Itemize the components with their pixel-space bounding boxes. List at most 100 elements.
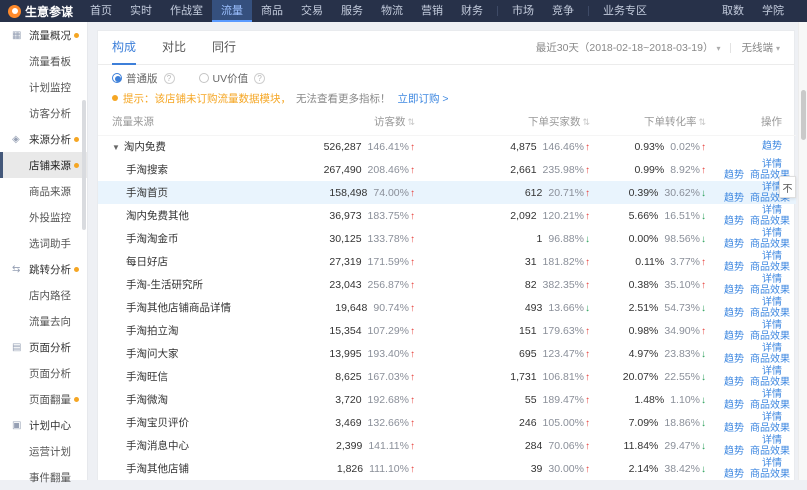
sidebar-section-4[interactable]: ▣计划中心 xyxy=(0,412,87,438)
nav-item-9[interactable]: 财务 xyxy=(452,0,492,22)
product-effect-link[interactable]: 商品效果 xyxy=(750,469,790,480)
detail-link[interactable]: 详情 xyxy=(762,251,782,262)
sidebar-item-3-1[interactable]: 页面翻量 xyxy=(0,386,87,412)
nav-item-2[interactable]: 作战室 xyxy=(161,0,212,22)
detail-link[interactable]: 详情 xyxy=(762,412,782,423)
detail-link[interactable]: 详情 xyxy=(762,274,782,285)
nav-item-12[interactable]: 业务专区 xyxy=(594,0,656,22)
source-name: 手淘拍立淘 xyxy=(126,325,179,337)
sidebar-section-3[interactable]: ▤页面分析 xyxy=(0,334,87,360)
detail-link[interactable]: 详情 xyxy=(762,458,782,469)
column-header-1[interactable]: 访客数⇅ xyxy=(283,109,433,135)
nav-item-8[interactable]: 营销 xyxy=(412,0,452,22)
sidebar-scrollbar-thumb[interactable] xyxy=(82,100,86,230)
sidebar-item-0-2[interactable]: 访客分析 xyxy=(0,100,87,126)
app-logo[interactable]: 生意参谋 xyxy=(0,3,81,20)
subscribe-link[interactable]: 立即订购 > xyxy=(398,91,449,106)
sidebar-item-0-1[interactable]: 计划监控 xyxy=(0,74,87,100)
product-effect-link[interactable]: 商品效果 xyxy=(750,216,790,227)
sidebar-item-1-0[interactable]: 店铺来源 xyxy=(0,152,87,178)
help-icon[interactable]: ? xyxy=(254,73,265,84)
trend-link[interactable]: 趋势 xyxy=(724,216,744,227)
radio-option-0[interactable]: 普通版? xyxy=(112,71,175,86)
trend-link[interactable]: 趋势 xyxy=(762,141,782,152)
sidebar-item-1-1[interactable]: 商品来源 xyxy=(0,178,87,204)
product-effect-link[interactable]: 商品效果 xyxy=(750,446,790,457)
sidebar-item-2-1[interactable]: 流量去向 xyxy=(0,308,87,334)
sidebar-section-2[interactable]: ⇆跳转分析 xyxy=(0,256,87,282)
trend-link[interactable]: 趋势 xyxy=(724,446,744,457)
up-arrow-icon: ↑ xyxy=(701,257,706,268)
metric-change: 141.11% xyxy=(368,440,409,452)
column-header-3[interactable]: 下单转化率⇅ xyxy=(608,109,718,135)
nav-right-item-0[interactable]: 取数 xyxy=(713,0,753,22)
trend-link[interactable]: 趋势 xyxy=(724,377,744,388)
visitors-cell: 158,49874.00%↑ xyxy=(283,181,433,204)
trend-link[interactable]: 趋势 xyxy=(724,262,744,273)
trend-link[interactable]: 趋势 xyxy=(724,354,744,365)
sort-icon[interactable]: ⇅ xyxy=(407,117,415,127)
detail-link[interactable]: 详情 xyxy=(762,297,782,308)
product-effect-link[interactable]: 商品效果 xyxy=(750,400,790,411)
product-effect-link[interactable]: 商品效果 xyxy=(750,377,790,388)
trend-link[interactable]: 趋势 xyxy=(724,193,744,204)
product-effect-link[interactable]: 商品效果 xyxy=(750,354,790,365)
date-range-select[interactable]: 最近30天（2018-02-18~2018-03-19）▾ xyxy=(536,40,721,55)
expand-caret-icon[interactable]: ▼ xyxy=(112,143,120,152)
trend-link[interactable]: 趋势 xyxy=(724,239,744,250)
sidebar-item-4-1[interactable]: 事件翻量 xyxy=(0,464,87,490)
trend-link[interactable]: 趋势 xyxy=(724,170,744,181)
tab-2[interactable]: 同行 xyxy=(212,31,236,65)
nav-item-3[interactable]: 流量 xyxy=(212,0,252,22)
nav-item-11[interactable]: 竞争 xyxy=(543,0,583,22)
detail-link[interactable]: 详情 xyxy=(762,366,782,377)
detail-link[interactable]: 详情 xyxy=(762,320,782,331)
detail-link[interactable]: 详情 xyxy=(762,389,782,400)
product-effect-link[interactable]: 商品效果 xyxy=(750,239,790,250)
terminal-label: 无线端 xyxy=(741,42,773,54)
terminal-select[interactable]: 无线端▾ xyxy=(741,40,780,55)
sidebar-section-0[interactable]: ▦流量概况 xyxy=(0,22,87,48)
column-header-2[interactable]: 下单买家数⇅ xyxy=(433,109,608,135)
product-effect-link[interactable]: 商品效果 xyxy=(750,262,790,273)
trend-link[interactable]: 趋势 xyxy=(724,331,744,342)
metric-value: 30,125 xyxy=(329,233,361,245)
sidebar-item-1-2[interactable]: 外投监控 xyxy=(0,204,87,230)
nav-item-4[interactable]: 商品 xyxy=(252,0,292,22)
sidebar-section-1[interactable]: ◈来源分析 xyxy=(0,126,87,152)
trend-link[interactable]: 趋势 xyxy=(724,308,744,319)
detail-link[interactable]: 详情 xyxy=(762,343,782,354)
detail-link[interactable]: 详情 xyxy=(762,435,782,446)
sidebar-item-1-3[interactable]: 选词助手 xyxy=(0,230,87,256)
detail-link[interactable]: 详情 xyxy=(762,159,782,170)
nav-item-0[interactable]: 首页 xyxy=(81,0,121,22)
product-effect-link[interactable]: 商品效果 xyxy=(750,331,790,342)
sidebar-item-0-0[interactable]: 流量看板 xyxy=(0,48,87,74)
help-icon[interactable]: ? xyxy=(164,73,175,84)
product-effect-link[interactable]: 商品效果 xyxy=(750,308,790,319)
sidebar-item-2-0[interactable]: 店内路径 xyxy=(0,282,87,308)
nav-item-7[interactable]: 物流 xyxy=(372,0,412,22)
nav-item-1[interactable]: 实时 xyxy=(121,0,161,22)
detail-link[interactable]: 详情 xyxy=(762,228,782,239)
product-effect-link[interactable]: 商品效果 xyxy=(750,285,790,296)
product-effect-link[interactable]: 商品效果 xyxy=(750,423,790,434)
nav-item-6[interactable]: 服务 xyxy=(332,0,372,22)
detail-link[interactable]: 详情 xyxy=(762,205,782,216)
sidebar-item-3-0[interactable]: 页面分析 xyxy=(0,360,87,386)
trend-link[interactable]: 趋势 xyxy=(724,469,744,480)
trend-link[interactable]: 趋势 xyxy=(724,285,744,296)
trend-link[interactable]: 趋势 xyxy=(724,400,744,411)
nav-item-10[interactable]: 市场 xyxy=(503,0,543,22)
sort-icon[interactable]: ⇅ xyxy=(582,117,590,127)
tab-0[interactable]: 构成 xyxy=(112,31,136,65)
tab-1[interactable]: 对比 xyxy=(162,31,186,65)
nav-item-5[interactable]: 交易 xyxy=(292,0,332,22)
sort-icon[interactable]: ⇅ xyxy=(698,117,706,127)
trend-link[interactable]: 趋势 xyxy=(724,423,744,434)
radio-option-1[interactable]: UV价值? xyxy=(199,71,266,86)
page-scrollbar-thumb[interactable] xyxy=(801,90,806,140)
sidebar-item-4-0[interactable]: 运营计划 xyxy=(0,438,87,464)
nav-right-item-1[interactable]: 学院 xyxy=(753,0,793,22)
feedback-tab[interactable]: 不 xyxy=(779,176,796,198)
